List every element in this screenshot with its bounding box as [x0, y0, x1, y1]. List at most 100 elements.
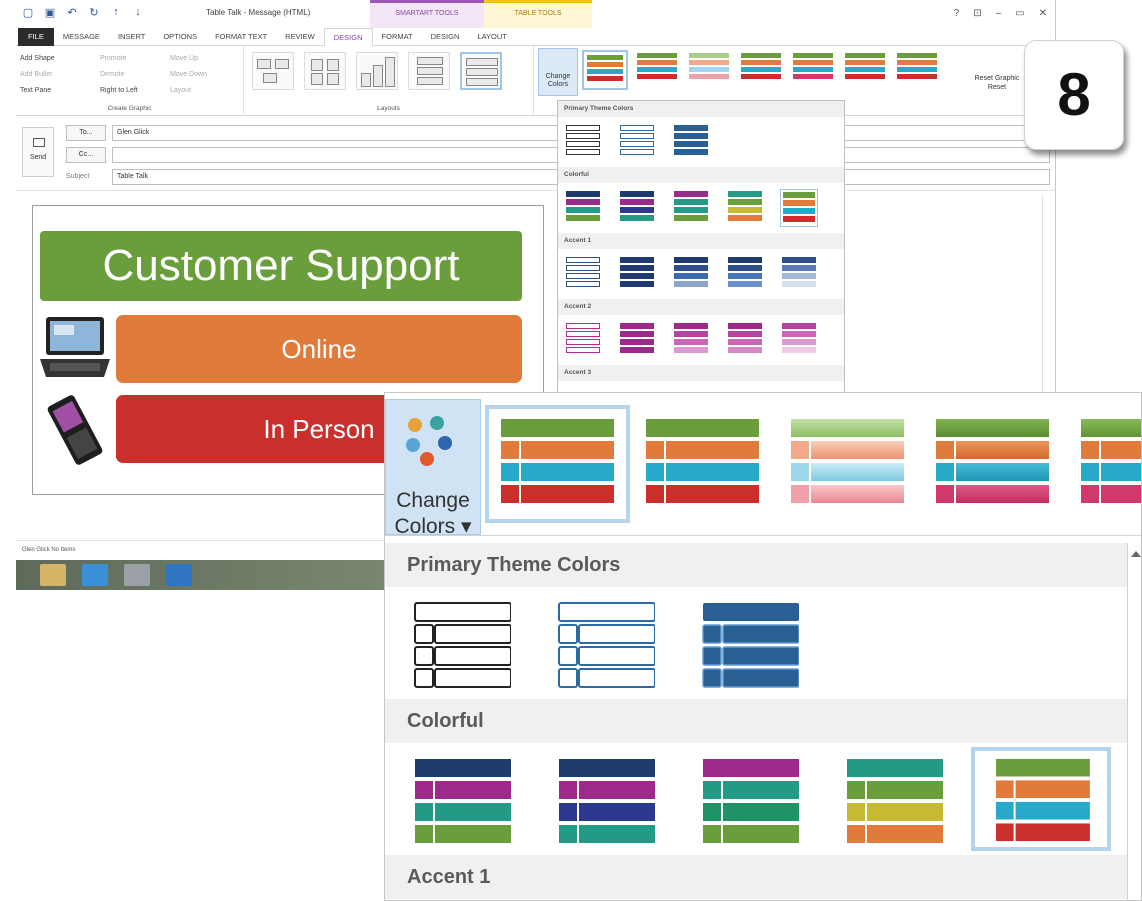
redo-icon[interactable]: ↻ [88, 6, 100, 19]
color-option[interactable] [618, 321, 656, 359]
color-option[interactable] [672, 321, 710, 359]
color-option[interactable] [618, 123, 656, 161]
smartart-style[interactable] [738, 50, 784, 90]
up-arrow-icon[interactable]: ↑ [110, 6, 122, 19]
smartart-style[interactable] [582, 50, 628, 90]
color-option[interactable] [726, 255, 764, 293]
color-option-selected[interactable] [780, 189, 818, 227]
color-option[interactable] [780, 321, 818, 359]
move-up-button[interactable]: Move Up [170, 51, 240, 67]
add-shape-button[interactable]: Add Shape [20, 51, 100, 67]
layout-thumb[interactable] [252, 52, 294, 90]
gallery-scrollbar[interactable] [1127, 543, 1141, 900]
color-option[interactable] [618, 255, 656, 293]
color-option[interactable] [564, 189, 602, 227]
smartart-style-selected[interactable] [485, 405, 630, 523]
minimize-icon[interactable]: – [996, 8, 1002, 19]
color-option[interactable] [564, 255, 602, 293]
tab-message[interactable]: MESSAGE [54, 28, 109, 46]
save-icon[interactable]: ▣ [44, 6, 56, 19]
color-option-colorful-3[interactable] [699, 755, 799, 845]
gallery-section-header: Accent 1 [558, 233, 844, 249]
tab-smartart-format[interactable]: FORMAT [373, 28, 422, 46]
smartart-style[interactable] [842, 50, 888, 90]
tab-smartart-design[interactable]: DESIGN [323, 27, 373, 46]
zoomed-styles-row [485, 405, 1141, 523]
ribbon: Add Shape Promote Move Up Add Bullet Dem… [16, 46, 1055, 116]
color-option-outline-blue[interactable] [555, 599, 655, 689]
smartart-style[interactable] [894, 50, 940, 90]
tab-format-text[interactable]: FORMAT TEXT [206, 28, 276, 46]
smartart-online-shape[interactable]: Online [116, 315, 522, 383]
smartart-title-shape[interactable]: Customer Support [40, 231, 522, 301]
smartart-style[interactable] [775, 405, 920, 523]
internet-explorer-icon[interactable] [82, 564, 108, 586]
restore-icon[interactable]: ▭ [1015, 8, 1024, 19]
laptop-picture[interactable] [40, 315, 110, 381]
color-option[interactable] [618, 189, 656, 227]
tab-table-design[interactable]: DESIGN [422, 28, 469, 46]
scroll-up-icon[interactable] [1131, 551, 1141, 557]
color-option-outline-black[interactable] [411, 599, 511, 689]
layouts-label: Layouts [377, 105, 400, 112]
cc-button[interactable]: Cc... [66, 147, 106, 163]
smartart-style[interactable] [686, 50, 732, 90]
subject-label: Subject [66, 173, 90, 180]
tab-table-layout[interactable]: LAYOUT [468, 28, 515, 46]
zoomed-color-gallery: Primary Theme Colors Colorful Accent 1 [385, 543, 1127, 900]
change-colors-button[interactable]: Change Colors ▾ [385, 399, 481, 538]
color-option-colorful-5-selected[interactable] [971, 747, 1111, 851]
help-icon[interactable]: ? [954, 8, 960, 19]
right-to-left-button[interactable]: Right to Left [100, 83, 170, 99]
color-option[interactable] [726, 189, 764, 227]
close-icon[interactable]: ✕ [1039, 8, 1047, 19]
color-option[interactable] [726, 321, 764, 359]
send-label: Send [29, 154, 47, 161]
down-arrow-icon[interactable]: ↓ [132, 6, 144, 19]
color-option[interactable] [672, 255, 710, 293]
color-option-colorful-2[interactable] [555, 755, 655, 845]
color-option-filled-blue[interactable] [699, 599, 799, 689]
layout-thumb-selected[interactable] [460, 52, 502, 90]
change-colors-small-label: Change Colors [545, 73, 571, 88]
smartart-style[interactable] [920, 405, 1065, 523]
promote-button[interactable]: Promote [100, 51, 170, 67]
to-button[interactable]: To... [66, 125, 106, 141]
gallery-section-header: Primary Theme Colors [558, 101, 844, 117]
file-explorer-icon[interactable] [40, 564, 66, 586]
color-option-colorful-4[interactable] [843, 755, 943, 845]
tab-insert[interactable]: INSERT [109, 28, 154, 46]
smartart-style[interactable] [1065, 405, 1141, 523]
color-option[interactable] [672, 189, 710, 227]
media-icon[interactable] [124, 564, 150, 586]
smartart-tools-header: SMARTART TOOLS [370, 0, 484, 28]
phone-picture[interactable] [40, 393, 110, 467]
create-graphic-group: Add Shape Promote Move Up Add Bullet Dem… [16, 46, 244, 116]
undo-icon[interactable]: ↶ [66, 6, 78, 19]
color-option[interactable] [564, 321, 602, 359]
reset-graphic-button[interactable]: Reset Graphic [975, 75, 1020, 82]
smartart-style[interactable] [630, 405, 775, 523]
color-option-colorful-1[interactable] [411, 755, 511, 845]
change-colors-button-small[interactable]: Change Colors [538, 48, 578, 96]
layout-thumb[interactable] [356, 52, 398, 90]
color-option[interactable] [780, 255, 818, 293]
layout-thumb[interactable] [304, 52, 346, 90]
smartart-style[interactable] [790, 50, 836, 90]
color-option[interactable] [564, 123, 602, 161]
smartart-style[interactable] [634, 50, 680, 90]
demote-button[interactable]: Demote [100, 67, 170, 83]
move-down-button[interactable]: Move Down [170, 67, 240, 83]
outlook-icon[interactable] [166, 564, 192, 586]
send-button[interactable]: Send [22, 127, 54, 177]
layout-button[interactable]: Layout [170, 83, 240, 99]
layout-thumb[interactable] [408, 52, 450, 90]
add-bullet-button[interactable]: Add Bullet [20, 67, 100, 83]
tab-options[interactable]: OPTIONS [154, 28, 206, 46]
color-option[interactable] [672, 123, 710, 161]
tab-file[interactable]: FILE [18, 27, 54, 46]
create-graphic-label: Create Graphic [107, 105, 152, 112]
text-pane-button[interactable]: Text Pane [20, 83, 100, 99]
ribbon-display-icon[interactable]: ⊡ [973, 8, 981, 19]
tab-review[interactable]: REVIEW [276, 28, 324, 46]
